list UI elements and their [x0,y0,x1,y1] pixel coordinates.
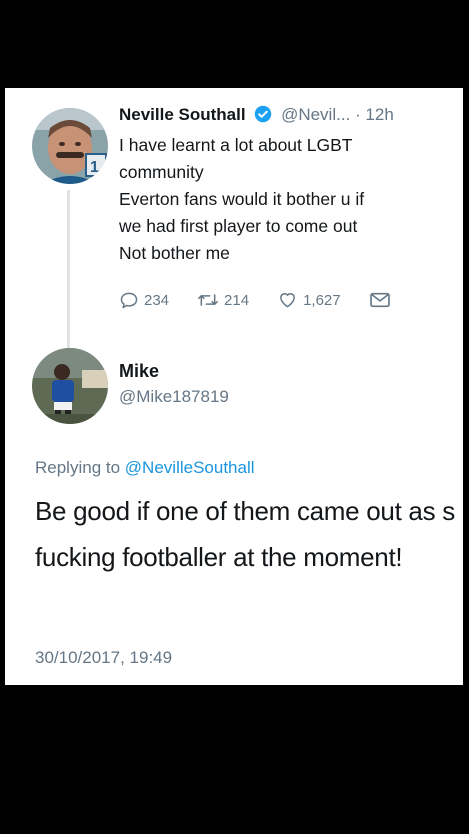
tweet-header: Neville Southall @Nevil... · 12h [119,105,394,128]
tweet-line: Everton fans would it bother u if [119,189,365,209]
tweet-line: community [119,162,204,182]
reply-icon [119,290,139,310]
like-button[interactable]: 1,627 [277,290,341,310]
retweet-icon [197,290,219,310]
verified-badge-icon [254,105,272,128]
reply-author-name[interactable]: Mike [119,361,159,382]
author-handle[interactable]: @Nevil... [281,105,350,124]
reply-text: Be good if one of them came out as s fuc… [35,496,455,572]
author-name[interactable]: Neville Southall [119,105,246,124]
reply-count: 234 [144,291,170,309]
tweet-line: Not bother me [119,243,230,263]
retweet-count: 214 [224,291,250,309]
like-icon [277,290,298,310]
direct-message-icon [369,291,391,309]
time-separator: · [355,105,361,124]
tweet-card: 1 Neville Southall @Nevil... · 12h I hav… [5,88,463,685]
neville-avatar[interactable]: 1 [32,108,108,184]
reply-timestamp[interactable]: 30/10/2017, 19:49 [35,648,172,668]
replying-prefix: Replying to [35,458,121,477]
replying-to-link[interactable]: @NevilleSouthall [125,458,255,477]
tweet-time[interactable]: 12h [365,105,393,124]
mike-avatar[interactable] [32,348,108,424]
retweet-button[interactable]: 214 [197,290,249,310]
svg-text:1: 1 [90,159,99,176]
tweet-text: I have learnt a lot about LGBT community… [119,132,454,267]
direct-message-button[interactable] [369,291,391,309]
like-count: 1,627 [303,291,341,309]
tweet-line: I have learnt a lot about LGBT [119,135,353,155]
reply-button[interactable]: 234 [119,290,169,310]
replying-to: Replying to @NevilleSouthall [35,458,255,478]
tweet-line: we had first player to come out [119,216,358,236]
tweet-actions: 234 214 1,627 [119,288,454,312]
reply-author-handle[interactable]: @Mike187819 [119,387,229,407]
